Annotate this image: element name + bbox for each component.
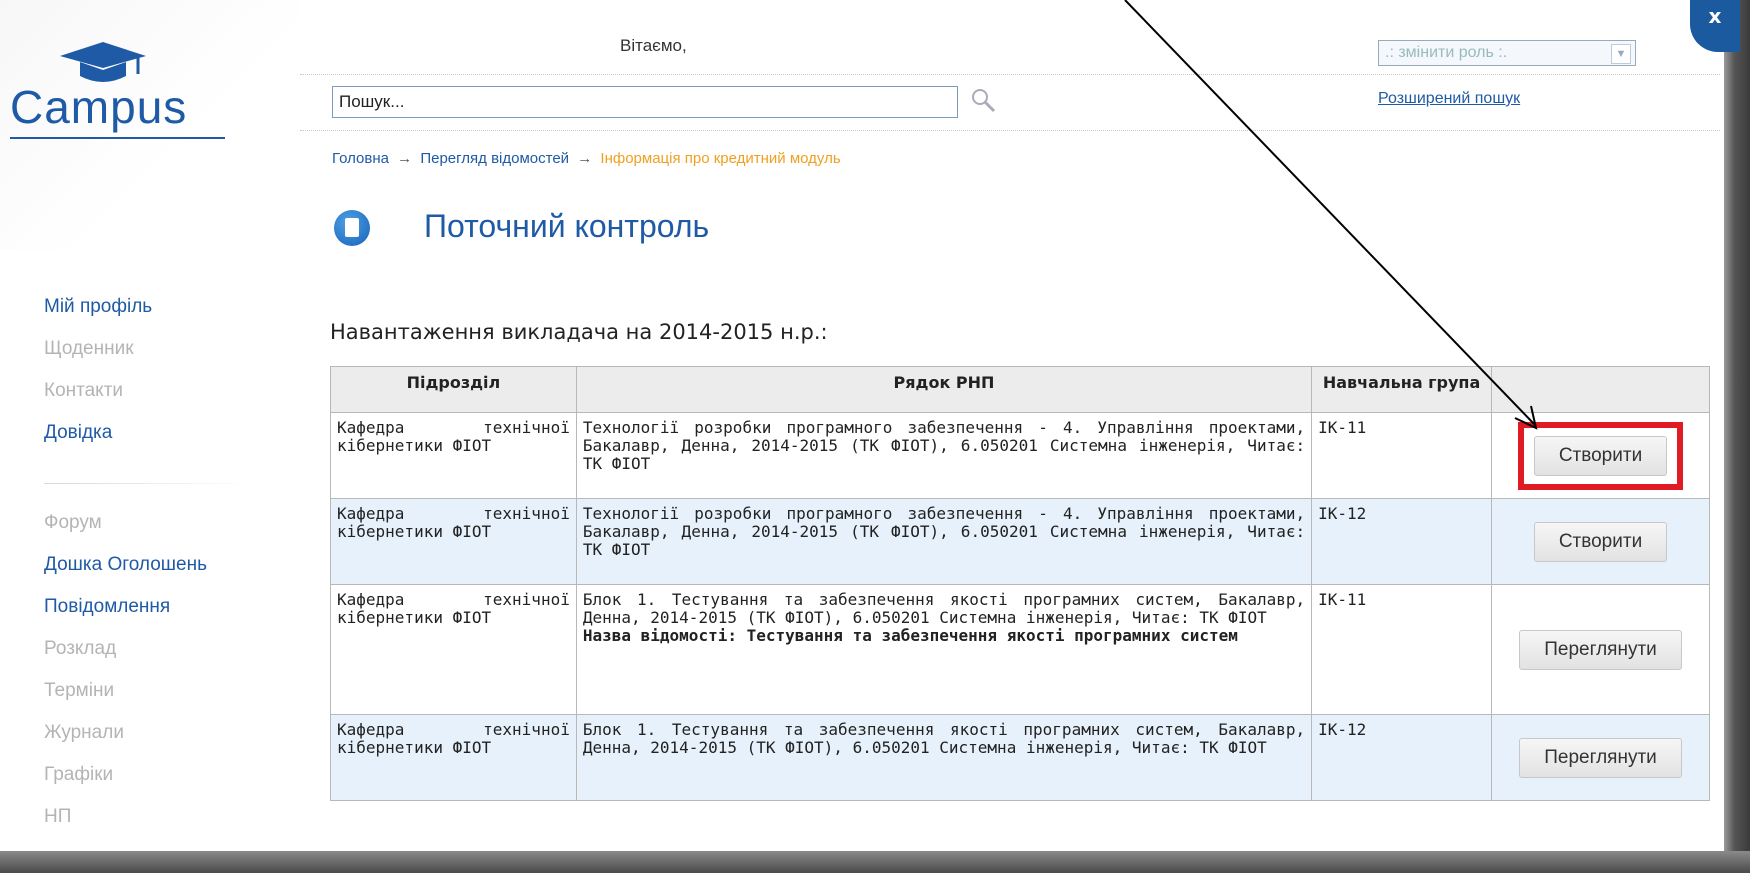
sidebar-item-board[interactable]: Дошка Оголошень — [44, 554, 207, 576]
table-row: Кафедра технічної кібернетики ФІОТ Техно… — [330, 498, 1710, 585]
table-row: Кафедра технічної кібернетики ФІОТ Блок … — [330, 714, 1710, 801]
breadcrumb: Головна → Перегляд відомостей → Інформац… — [332, 150, 841, 167]
search-divider — [300, 130, 1720, 131]
load-heading: Навантаження викладача на 2014-2015 н.р.… — [330, 320, 828, 344]
cell-rnp-text: Технології розробки програмного забезпеч… — [582, 418, 1306, 473]
cell-rnp-text: Блок 1. Тестування та забезпечення якост… — [582, 590, 1306, 627]
frame-bottom-edge — [0, 851, 1750, 873]
logo-underline — [10, 137, 225, 139]
sidebar-item-graphs[interactable]: Графіки — [44, 764, 113, 786]
sidebar-item-journals[interactable]: Журнали — [44, 722, 124, 744]
cell-rnp: Технології розробки програмного забезпеч… — [575, 412, 1313, 499]
search-icon[interactable] — [968, 86, 998, 116]
sidebar-item-profile[interactable]: Мій профіль — [44, 296, 152, 318]
view-button[interactable]: Переглянути — [1519, 629, 1682, 670]
header-action — [1491, 366, 1710, 413]
create-button[interactable]: Створити — [1533, 435, 1668, 476]
close-icon[interactable]: x — [1690, 0, 1740, 52]
page-title: Поточний контроль — [424, 208, 710, 244]
document-icon — [334, 210, 370, 246]
breadcrumb-view-reports[interactable]: Перегляд відомостей — [420, 150, 569, 167]
cell-group: ІК-11 — [1311, 412, 1493, 499]
cell-dept: Кафедра технічної кібернетики ФІОТ — [330, 584, 577, 715]
sidebar-item-diary[interactable]: Щоденник — [44, 338, 134, 360]
cell-rnp-text: Технології розробки програмного забезпеч… — [582, 504, 1306, 559]
create-button[interactable]: Створити — [1533, 521, 1668, 562]
breadcrumb-current: Інформація про кредитний модуль — [600, 150, 841, 167]
sidebar-item-np[interactable]: НП — [44, 806, 71, 828]
cell-dept: Кафедра технічної кібернетики ФІОТ — [330, 412, 577, 499]
cell-rnp-text: Блок 1. Тестування та забезпечення якост… — [582, 720, 1306, 757]
cell-action: Створити — [1491, 412, 1710, 499]
sidebar-item-messages[interactable]: Повідомлення — [44, 596, 170, 618]
sidebar-item-contacts[interactable]: Контакти — [44, 380, 123, 402]
cell-rnp: Технології розробки програмного забезпеч… — [575, 498, 1313, 585]
sidebar-item-schedule[interactable]: Розклад — [44, 638, 116, 660]
cell-group: ІК-12 — [1311, 498, 1493, 585]
breadcrumb-separator: → — [397, 150, 413, 167]
advanced-search-link[interactable]: Розширений пошук — [1378, 90, 1520, 108]
cell-rnp: Блок 1. Тестування та забезпечення якост… — [575, 714, 1313, 801]
cell-action: Переглянути — [1491, 584, 1710, 715]
header-rnp: Рядок РНП — [575, 366, 1313, 413]
table-row: Кафедра технічної кібернетики ФІОТ Техно… — [330, 412, 1710, 499]
chevron-down-icon[interactable]: ▼ — [1611, 44, 1631, 64]
load-table: Підрозділ Рядок РНП Навчальна група Кафе… — [330, 366, 1710, 801]
sidebar-item-terms[interactable]: Терміни — [44, 680, 114, 702]
cell-dept: Кафедра технічної кібернетики ФІОТ — [330, 498, 577, 585]
graduation-cap-icon — [60, 42, 146, 82]
cell-dept: Кафедра технічної кібернетики ФІОТ — [330, 714, 577, 801]
cell-action: Переглянути — [1491, 714, 1710, 801]
logo-panel: Campus — [0, 0, 300, 250]
highlight-box: Створити — [1517, 421, 1684, 490]
role-select[interactable]: .: змінити роль :. ▼ — [1378, 40, 1636, 66]
cell-group: ІК-11 — [1311, 584, 1493, 715]
cell-action: Створити — [1491, 498, 1710, 585]
search-input[interactable] — [332, 86, 958, 118]
cell-rnp-report-name: Назва відомості: Тестування та забезпече… — [582, 626, 1238, 645]
frame-right-edge — [1724, 0, 1750, 873]
header-divider — [300, 74, 1720, 75]
role-select-value: .: змінити роль :. — [1385, 44, 1508, 61]
table-row: Кафедра технічної кібернетики ФІОТ Блок … — [330, 584, 1710, 715]
breadcrumb-separator: → — [577, 150, 593, 167]
welcome-text: Вітаємо, — [620, 36, 687, 55]
logo-text[interactable]: Campus — [10, 80, 187, 134]
cell-rnp: Блок 1. Тестування та забезпечення якост… — [575, 584, 1313, 715]
header-dept: Підрозділ — [330, 366, 577, 413]
cell-group: ІК-12 — [1311, 714, 1493, 801]
header-group: Навчальна група — [1311, 366, 1493, 413]
sidebar-divider — [44, 483, 254, 484]
breadcrumb-home[interactable]: Головна — [332, 150, 389, 167]
table-header-row: Підрозділ Рядок РНП Навчальна група — [330, 366, 1710, 413]
sidebar-item-forum[interactable]: Форум — [44, 512, 102, 534]
sidebar-item-help[interactable]: Довідка — [44, 422, 112, 444]
view-button[interactable]: Переглянути — [1519, 737, 1682, 778]
